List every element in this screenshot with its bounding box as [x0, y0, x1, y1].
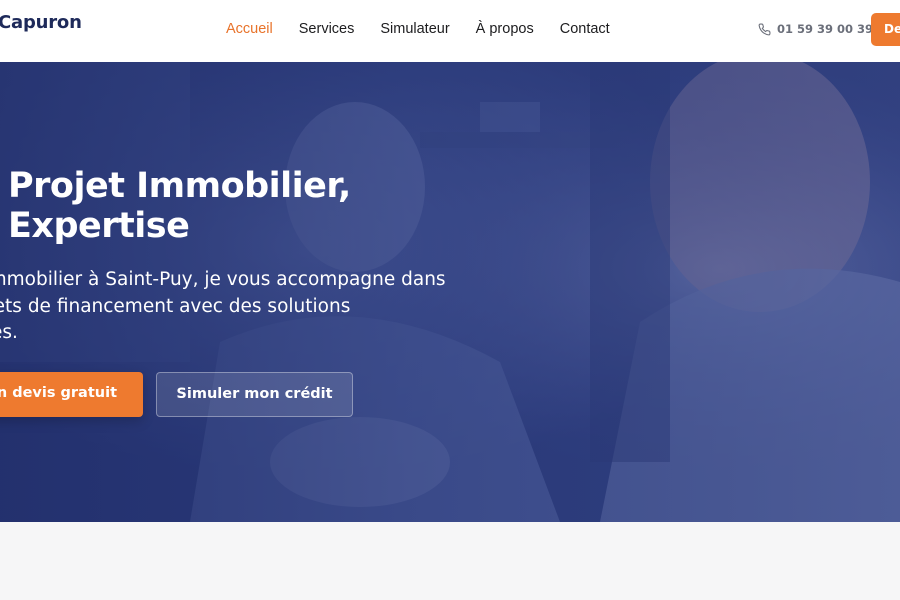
- quote-button[interactable]: un devis gratuit: [0, 372, 143, 417]
- nav-item-simulateur[interactable]: Simulateur: [380, 21, 449, 37]
- hero-title-line1: Projet Immobilier,: [8, 166, 351, 206]
- hero-title-line2: Expertise: [8, 206, 190, 246]
- hero-subtitle-line2: rojets de financement avec des solutions: [0, 295, 351, 317]
- nav-item-services[interactable]: Services: [299, 21, 355, 37]
- phone-number: 01 59 39 00 39: [777, 22, 874, 36]
- phone-icon: [758, 23, 771, 35]
- logo[interactable]: Capuron: [0, 12, 82, 33]
- hero-title: Projet Immobilier, Expertise: [8, 166, 351, 246]
- hero-subtitle: r immobilier à Saint-Puy, je vous accomp…: [0, 267, 510, 347]
- site-header: Capuron Accueil Services Simulateur À pr…: [0, 0, 900, 62]
- hero-subtitle-line3: sées.: [0, 322, 18, 343]
- simulate-credit-button[interactable]: Simuler mon crédit: [156, 372, 353, 417]
- nav-item-accueil[interactable]: Accueil: [226, 21, 273, 37]
- hero-section: Projet Immobilier, Expertise r immobilie…: [0, 62, 900, 522]
- phone-link[interactable]: 01 59 39 00 39: [758, 22, 873, 36]
- hero-subtitle-line1: r immobilier à Saint-Puy, je vous accomp…: [0, 269, 446, 290]
- next-section: [0, 522, 900, 600]
- nav-item-contact[interactable]: Contact: [560, 21, 610, 37]
- nav-item-a-propos[interactable]: À propos: [476, 21, 534, 37]
- main-nav: Accueil Services Simulateur À propos Con…: [226, 21, 636, 37]
- header-cta-button[interactable]: De: [871, 13, 900, 46]
